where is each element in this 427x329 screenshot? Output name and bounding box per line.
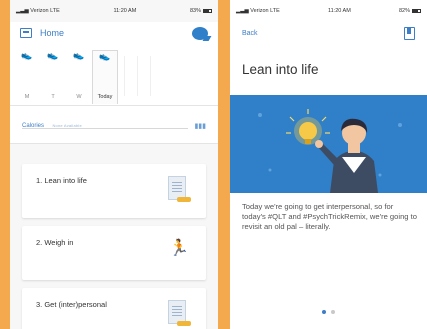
carrier-name: Verizon — [30, 8, 49, 14]
battery-status: 83% — [190, 8, 212, 14]
day-wednesday[interactable]: 👟 W — [66, 50, 92, 104]
day-label: W — [76, 94, 82, 100]
day-monday[interactable]: 👟 M — [14, 50, 40, 104]
battery-percent: 83% — [189, 8, 201, 14]
calories-divider — [22, 128, 188, 129]
empty-day-slot — [137, 56, 138, 96]
shoe-icon: 👟 — [99, 51, 111, 61]
day-label: Today — [97, 94, 113, 100]
bar-chart-icon: ▮▮▮ — [194, 123, 206, 130]
list-item[interactable]: 3. Get (inter)personal — [22, 288, 206, 329]
carrier-status: ▂▃▅ Verizon LTE — [236, 8, 280, 14]
lesson-screen: ▂▃▅ Verizon LTE 11:20 AM 82% Back Lean i… — [230, 0, 427, 329]
person-scale-icon: 🏃 — [169, 240, 189, 257]
chat-bubble-icon[interactable] — [192, 26, 208, 40]
lesson-body: Today we're going to get interpersonal, … — [242, 202, 417, 231]
shoe-icon: 👟 — [21, 50, 33, 60]
status-bar: ▂▃▅ Verizon LTE 11:20 AM 82% — [230, 0, 427, 22]
status-time: 11:20 AM — [327, 8, 351, 14]
page-dot-2[interactable] — [331, 310, 335, 314]
signal-icon: ▂▃▅ — [236, 8, 249, 14]
lesson-header: Back — [230, 22, 427, 44]
battery-icon — [411, 8, 421, 13]
document-icon — [168, 176, 191, 206]
card-title: 2. Weigh in — [36, 238, 74, 247]
day-label: M — [24, 94, 30, 100]
day-today[interactable]: 👟 Today — [92, 50, 118, 104]
home-screen: ▂▃▅ Verizon LTE 11:20 AM 83% Home 👟 M 👟 … — [10, 0, 218, 329]
carrier-status: ▂▃▅ Verizon LTE — [16, 8, 60, 14]
carrier-name: Verizon — [250, 8, 269, 14]
network-type: LTE — [270, 8, 280, 14]
card-title: 1. Lean into life — [36, 176, 87, 185]
battery-icon — [202, 8, 212, 13]
back-button[interactable]: Back — [242, 30, 258, 37]
pagination-dots — [230, 310, 427, 314]
empty-day-slot — [124, 56, 125, 96]
card-title: 3. Get (inter)personal — [36, 300, 107, 309]
home-header: Home — [10, 22, 218, 44]
lesson-title: Lean into life — [242, 62, 319, 77]
document-icon — [168, 300, 191, 329]
home-list-icon[interactable] — [20, 28, 32, 38]
shoe-icon: 👟 — [73, 50, 85, 60]
status-bar: ▂▃▅ Verizon LTE 11:20 AM 83% — [10, 0, 218, 22]
idea-person-illustration — [230, 95, 427, 193]
week-tracker: 👟 M 👟 T 👟 W 👟 Today — [10, 44, 218, 106]
status-time: 11:20 AM — [113, 8, 137, 14]
calories-row[interactable]: Calories None Available ▮▮▮ — [10, 106, 218, 144]
page-dot-1[interactable] — [322, 310, 326, 314]
empty-day-slot — [150, 56, 151, 96]
bookmark-icon[interactable] — [404, 26, 415, 40]
list-item[interactable]: 2. Weigh in 🏃 — [22, 226, 206, 280]
signal-icon: ▂▃▅ — [16, 8, 29, 14]
battery-status: 82% — [399, 8, 421, 14]
network-type: LTE — [50, 8, 60, 14]
shoe-icon: 👟 — [47, 50, 59, 60]
page-title: Home — [40, 28, 65, 38]
list-item[interactable]: 1. Lean into life — [22, 164, 206, 218]
day-label: T — [51, 94, 55, 100]
day-tuesday[interactable]: 👟 T — [40, 50, 66, 104]
battery-percent: 82% — [398, 8, 410, 14]
hero-illustration — [230, 95, 427, 193]
